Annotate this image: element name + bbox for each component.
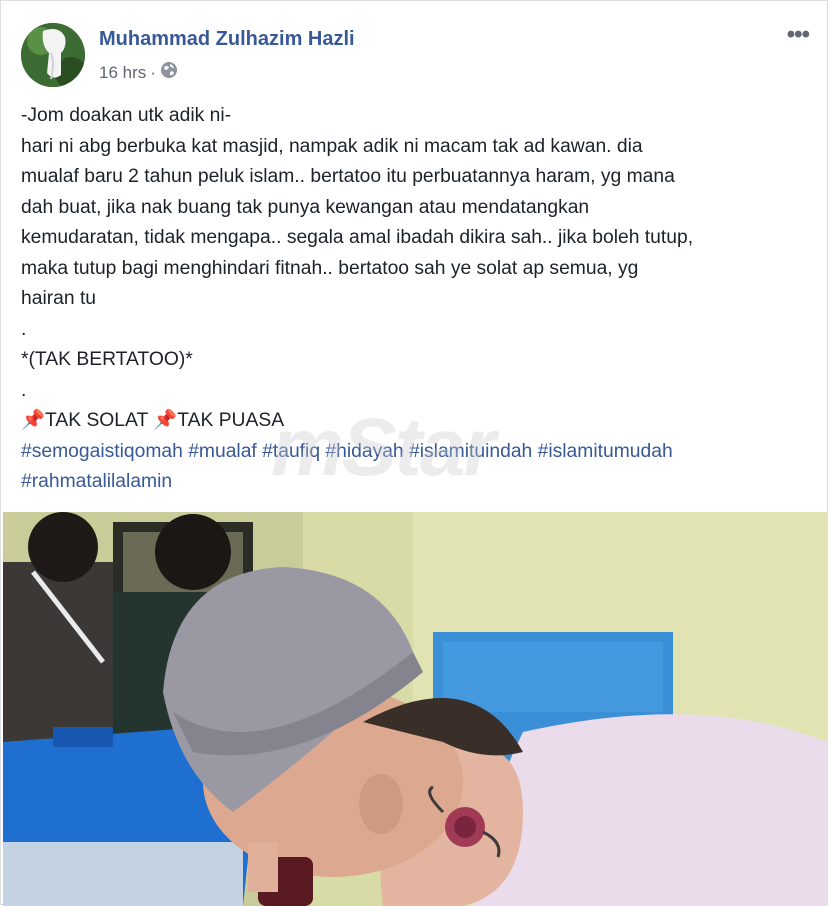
pushpin-icon: 📌 (21, 410, 46, 431)
globe-icon[interactable] (160, 61, 178, 84)
post-line: -Jom doakan utk adik ni- (21, 105, 232, 126)
post-line: dah buat, jika nak buang tak punya kewan… (21, 196, 590, 218)
post-line: maka tutup bagi menghindari fitnah.. ber… (21, 257, 639, 279)
author-avatar[interactable] (21, 23, 85, 87)
post-body: -Jom doakan utk adik ni- hari ni abg ber… (21, 101, 811, 498)
post-line: mualaf baru 2 tahun peluk islam.. bertat… (21, 166, 675, 187)
pushpin-icon: 📌 (153, 410, 178, 431)
hashtags-line[interactable]: #semogaistiqomah #mualaf #taufiq #hidaya… (21, 437, 811, 468)
post-photo[interactable] (3, 512, 827, 906)
post-line: hairan tu (21, 288, 97, 309)
author-name[interactable]: Muhammad Zulhazim Hazli (99, 28, 355, 51)
facebook-post: Muhammad Zulhazim Hazli 16 hrs · ••• -Jo… (0, 0, 828, 906)
meta-separator: · (150, 62, 156, 82)
post-line: . (21, 318, 27, 340)
post-meta: 16 hrs · (99, 61, 178, 84)
more-options-button[interactable]: ••• (787, 21, 810, 49)
post-time[interactable]: 16 hrs (99, 63, 146, 83)
hashtags-line[interactable]: #rahmatalilalamin (21, 467, 811, 498)
tags-line: 📌TAK SOLAT 📌TAK PUASA (21, 410, 285, 431)
post-line: kemudaratan, tidak mengapa.. segala amal… (21, 227, 694, 248)
post-line: hari ni abg berbuka kat masjid, nampak a… (21, 135, 643, 157)
post-line: . (21, 379, 27, 401)
post-line: *(TAK BERTATOO)* (21, 349, 193, 370)
